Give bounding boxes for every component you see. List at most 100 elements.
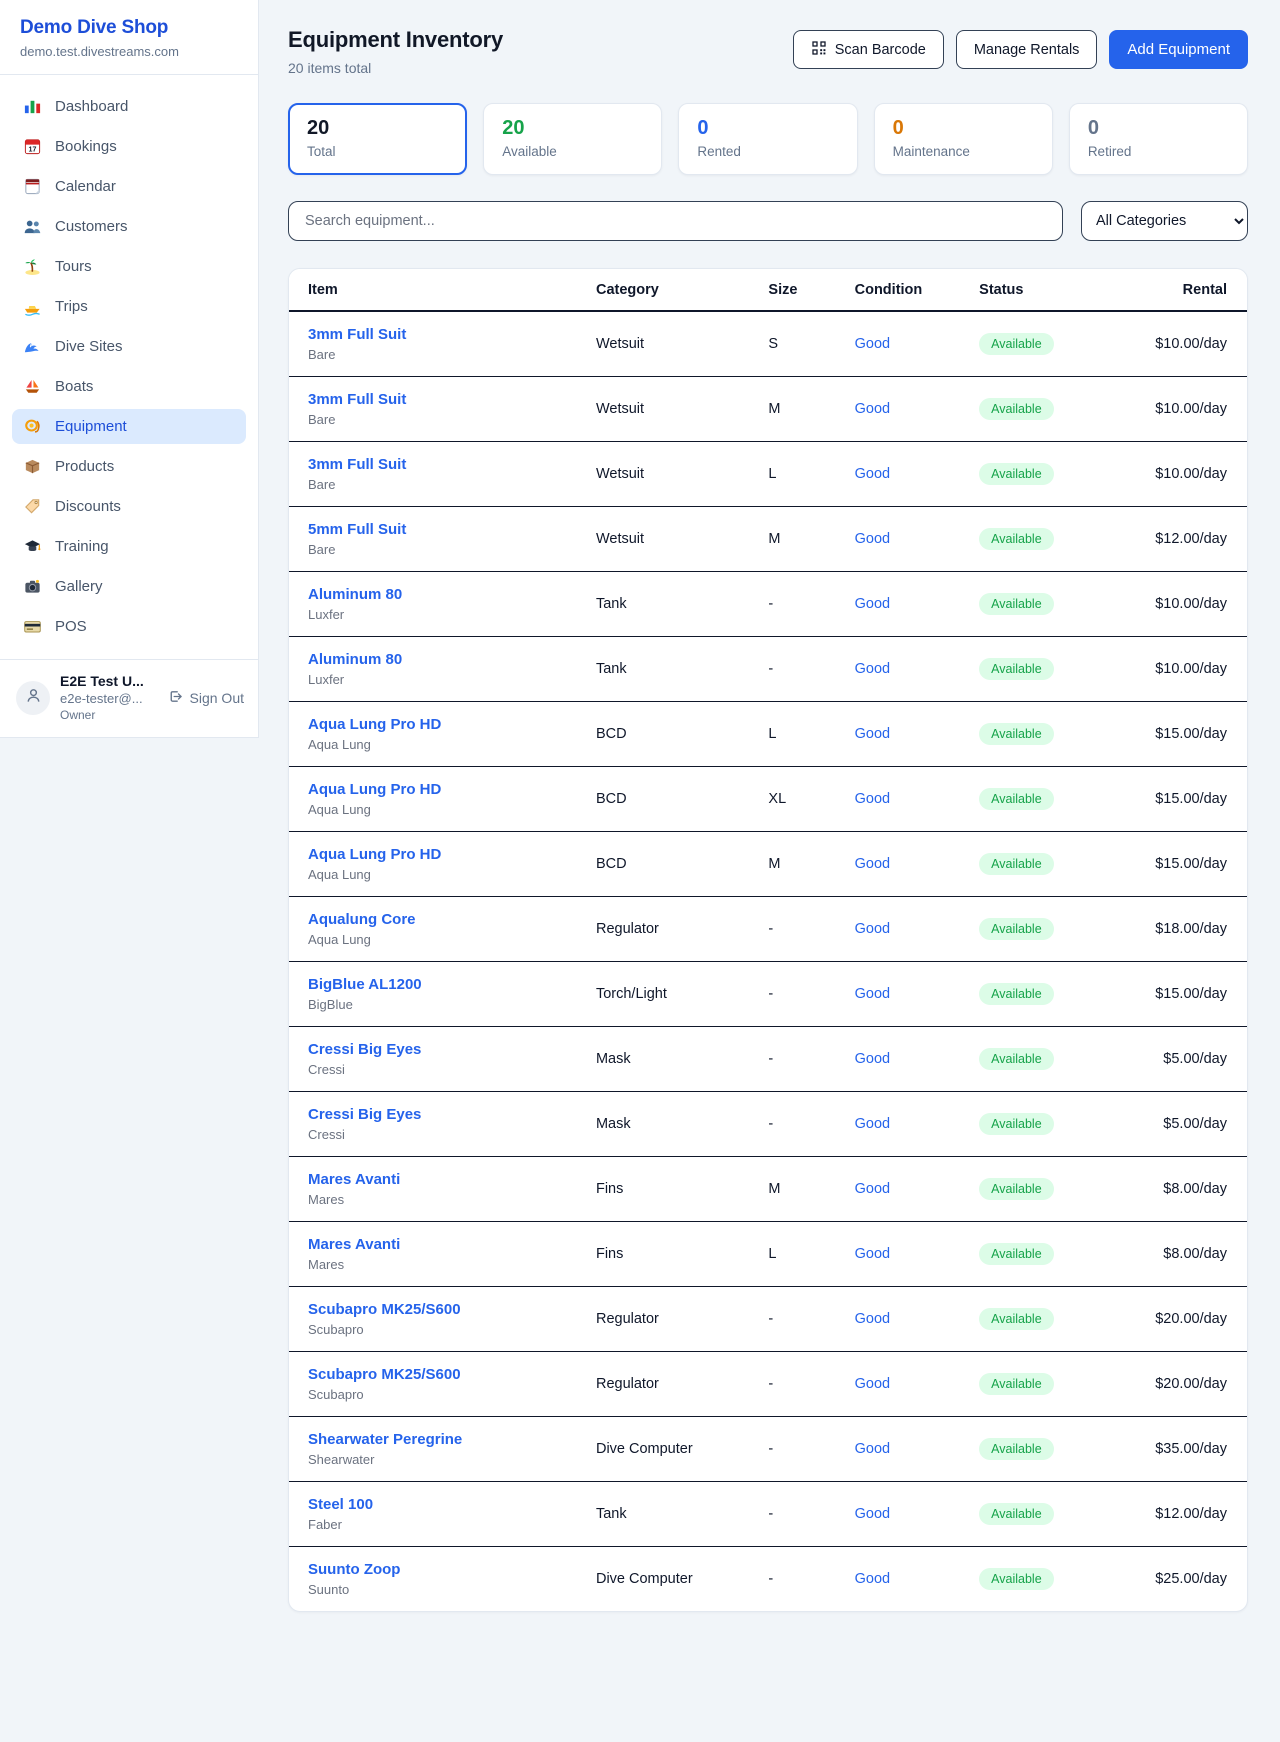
main-content: Equipment Inventory 20 items total Sca <box>259 0 1280 1742</box>
sidebar-item-tours[interactable]: Tours <box>12 249 246 284</box>
item-link[interactable]: Cressi Big Eyes <box>308 1106 421 1123</box>
search-input[interactable] <box>288 201 1063 241</box>
sidebar-item-training[interactable]: Training <box>12 529 246 564</box>
sign-out-button[interactable]: Sign Out <box>167 688 244 708</box>
sidebar-item-bookings[interactable]: 17 Bookings <box>12 129 246 164</box>
scan-barcode-button[interactable]: Scan Barcode <box>793 30 944 69</box>
item-link[interactable]: Steel 100 <box>308 1496 373 1513</box>
status-badge: Available <box>979 528 1054 550</box>
item-condition[interactable]: Good <box>845 767 970 832</box>
item-condition[interactable]: Good <box>845 572 970 637</box>
table-row: Aqua Lung Pro HD Aqua Lung BCD L Good Av… <box>289 702 1247 767</box>
item-category: BCD <box>586 702 758 767</box>
dive-sites-icon <box>23 337 42 356</box>
item-condition[interactable]: Good <box>845 832 970 897</box>
item-link[interactable]: 3mm Full Suit <box>308 326 406 343</box>
stat-card-available[interactable]: 20 Available <box>483 103 662 175</box>
stat-value: 0 <box>697 117 838 140</box>
item-link[interactable]: Aqua Lung Pro HD <box>308 846 441 863</box>
item-category: Mask <box>586 1092 758 1157</box>
sidebar-item-equipment[interactable]: Equipment <box>12 409 246 444</box>
item-link[interactable]: BigBlue AL1200 <box>308 976 422 993</box>
item-size: - <box>758 1547 844 1612</box>
item-rental: $35.00/day <box>1142 1417 1247 1482</box>
items-total-count: 20 items total <box>288 60 503 76</box>
item-condition[interactable]: Good <box>845 637 970 702</box>
item-condition[interactable]: Good <box>845 702 970 767</box>
item-condition[interactable]: Good <box>845 962 970 1027</box>
table-row: 3mm Full Suit Bare Wetsuit M Good Availa… <box>289 377 1247 442</box>
sidebar-item-customers[interactable]: Customers <box>12 209 246 244</box>
sidebar-item-gallery[interactable]: Gallery <box>12 569 246 604</box>
item-link[interactable]: Shearwater Peregrine <box>308 1431 462 1448</box>
item-category: Dive Computer <box>586 1547 758 1612</box>
item-condition[interactable]: Good <box>845 1027 970 1092</box>
sidebar-item-dashboard[interactable]: Dashboard <box>12 89 246 124</box>
sidebar-item-label: Dive Sites <box>55 338 123 355</box>
sidebar-item-label: Bookings <box>55 138 117 155</box>
item-condition[interactable]: Good <box>845 1092 970 1157</box>
sidebar-item-label: Training <box>55 538 109 555</box>
item-link[interactable]: Scubapro MK25/S600 <box>308 1366 461 1383</box>
sidebar-nav: Dashboard 17 Bookings Calendar Customers… <box>0 75 258 659</box>
item-category: Fins <box>586 1157 758 1222</box>
status-badge: Available <box>979 1503 1054 1525</box>
item-category: BCD <box>586 832 758 897</box>
sidebar-item-discounts[interactable]: Discounts <box>12 489 246 524</box>
item-brand: Shearwater <box>308 1452 576 1467</box>
item-category: Tank <box>586 1482 758 1547</box>
item-condition[interactable]: Good <box>845 1352 970 1417</box>
item-link[interactable]: Scubapro MK25/S600 <box>308 1301 461 1318</box>
status-badge: Available <box>979 398 1054 420</box>
item-condition[interactable]: Good <box>845 1222 970 1287</box>
discounts-icon <box>23 497 42 516</box>
item-link[interactable]: Aluminum 80 <box>308 586 402 603</box>
stat-card-rented[interactable]: 0 Rented <box>678 103 857 175</box>
manage-rentals-button[interactable]: Manage Rentals <box>956 30 1098 69</box>
stat-card-maintenance[interactable]: 0 Maintenance <box>874 103 1053 175</box>
item-condition[interactable]: Good <box>845 311 970 377</box>
item-condition[interactable]: Good <box>845 897 970 962</box>
status-badge: Available <box>979 1048 1054 1070</box>
item-condition[interactable]: Good <box>845 1482 970 1547</box>
item-link[interactable]: Aqualung Core <box>308 911 416 928</box>
sidebar-item-calendar[interactable]: Calendar <box>12 169 246 204</box>
item-condition[interactable]: Good <box>845 1547 970 1612</box>
item-size: - <box>758 572 844 637</box>
item-link[interactable]: Aluminum 80 <box>308 651 402 668</box>
category-filter-select[interactable]: All Categories <box>1081 201 1248 241</box>
item-link[interactable]: Aqua Lung Pro HD <box>308 781 441 798</box>
item-rental: $10.00/day <box>1142 377 1247 442</box>
item-condition[interactable]: Good <box>845 1157 970 1222</box>
sidebar-item-label: Dashboard <box>55 98 128 115</box>
stat-card-retired[interactable]: 0 Retired <box>1069 103 1248 175</box>
item-link[interactable]: Cressi Big Eyes <box>308 1041 421 1058</box>
sidebar-item-dive-sites[interactable]: Dive Sites <box>12 329 246 364</box>
item-link[interactable]: Aqua Lung Pro HD <box>308 716 441 733</box>
sidebar-item-products[interactable]: Products <box>12 449 246 484</box>
stat-card-total[interactable]: 20 Total <box>288 103 467 175</box>
sidebar-item-boats[interactable]: Boats <box>12 369 246 404</box>
item-link[interactable]: 3mm Full Suit <box>308 391 406 408</box>
item-condition[interactable]: Good <box>845 1417 970 1482</box>
sidebar-item-trips[interactable]: Trips <box>12 289 246 324</box>
add-equipment-button[interactable]: Add Equipment <box>1109 30 1248 69</box>
item-link[interactable]: 3mm Full Suit <box>308 456 406 473</box>
page-title: Equipment Inventory <box>288 27 503 53</box>
item-condition[interactable]: Good <box>845 377 970 442</box>
sidebar-item-pos[interactable]: POS <box>12 609 246 644</box>
item-link[interactable]: Mares Avanti <box>308 1171 400 1188</box>
table-row: Aqua Lung Pro HD Aqua Lung BCD XL Good A… <box>289 767 1247 832</box>
item-rental: $10.00/day <box>1142 442 1247 507</box>
user-info: E2E Test U... e2e-tester@... Owner <box>60 673 144 722</box>
equipment-table-card: Item Category Size Condition Status Rent… <box>288 268 1248 1612</box>
item-condition[interactable]: Good <box>845 507 970 572</box>
item-link[interactable]: Mares Avanti <box>308 1236 400 1253</box>
item-condition[interactable]: Good <box>845 1287 970 1352</box>
training-icon <box>23 537 42 556</box>
item-link[interactable]: 5mm Full Suit <box>308 521 406 538</box>
table-row: Steel 100 Faber Tank - Good Available $1… <box>289 1482 1247 1547</box>
item-condition[interactable]: Good <box>845 442 970 507</box>
item-size: M <box>758 1157 844 1222</box>
item-link[interactable]: Suunto Zoop <box>308 1561 400 1578</box>
